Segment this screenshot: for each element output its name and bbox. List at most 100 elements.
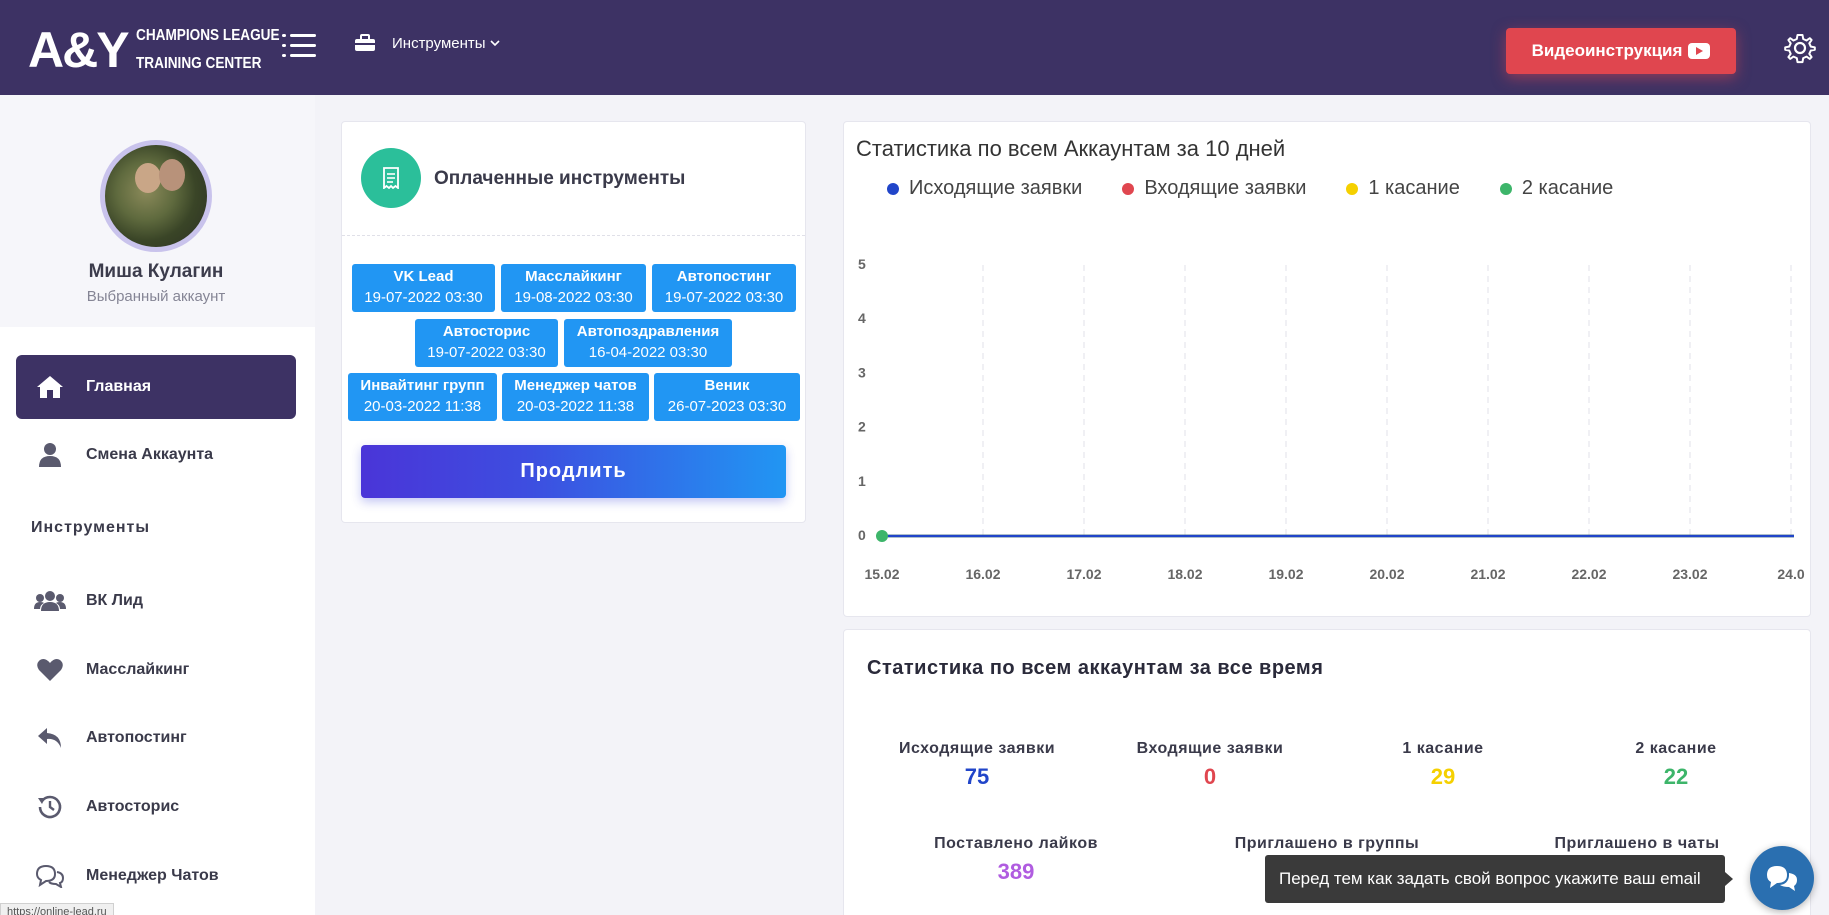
stat-label: 1 касание xyxy=(1402,740,1484,757)
tools-dropdown-label: Инструменты xyxy=(392,34,486,52)
sidebar-item-autostories[interactable]: Автосторис xyxy=(16,775,296,839)
tool-tag[interactable]: Автосторис 19-07-2022 03:30 xyxy=(415,319,558,367)
sidebar-item-home[interactable]: Главная xyxy=(16,355,296,419)
menu-toggle-icon[interactable] xyxy=(282,32,316,60)
stats-title: Статистика по всем аккаунтам за все врем… xyxy=(867,657,1324,679)
tool-tag-date: 19-07-2022 03:30 xyxy=(427,344,546,361)
youtube-icon xyxy=(1688,43,1711,59)
stat-value: 29 xyxy=(1430,764,1456,789)
stat-value: 0 xyxy=(1203,764,1217,789)
stat-value: 75 xyxy=(964,764,990,789)
sidebar-item-chat-manager[interactable]: Менеджер Чатов xyxy=(16,844,296,908)
tool-tag-name: Масслайкинг xyxy=(525,268,622,285)
stat-outgoing: Исходящие заявки 75 xyxy=(857,740,1097,790)
video-instruction-button[interactable]: Видеоинструкция xyxy=(1506,28,1736,74)
tool-tag[interactable]: VK Lead 19-07-2022 03:30 xyxy=(352,264,495,312)
y-tick-label: 5 xyxy=(858,256,866,272)
logo[interactable]: A&Y CHAMPIONS LEAGUE TRAINING CENTER xyxy=(28,22,304,78)
stat-label: 2 касание xyxy=(1635,740,1717,757)
heart-icon xyxy=(30,658,70,682)
avatar[interactable] xyxy=(100,140,212,252)
sidebar-item-vk-lead[interactable]: ВК Лид xyxy=(16,569,296,633)
tool-tag-name: VK Lead xyxy=(393,268,454,285)
chat-tooltip: Перед тем как задать свой вопрос укажите… xyxy=(1265,855,1733,903)
tool-tag-date: 16-04-2022 03:30 xyxy=(588,344,708,361)
stat-incoming: Входящие заявки 0 xyxy=(1090,740,1330,790)
chart-card: Статистика по всем Аккаунтам за 10 дней … xyxy=(843,121,1811,617)
stat-likes: Поставлено лайков 389 xyxy=(896,835,1136,885)
x-tick-label: 21.02 xyxy=(1470,566,1505,582)
tool-tag-name: Менеджер чатов xyxy=(514,377,637,394)
status-bar-url: https://online-lead.ru xyxy=(0,903,114,915)
chevron-down-icon xyxy=(489,40,500,47)
sidebar-item-switch-account[interactable]: Смена Аккаунта xyxy=(16,423,296,487)
chat-button[interactable] xyxy=(1750,846,1814,910)
sidebar-item-label: ВК Лид xyxy=(86,592,143,609)
gear-icon[interactable] xyxy=(1784,32,1816,64)
stat-label: Входящие заявки xyxy=(1136,740,1284,757)
logo-text: CHAMPIONS LEAGUE TRAINING CENTER xyxy=(136,22,280,78)
user-icon xyxy=(30,442,70,468)
x-tick-label: 19.02 xyxy=(1268,566,1303,582)
sidebar-item-label: Автосторис xyxy=(86,798,180,815)
x-tick-label: 16.02 xyxy=(965,566,1000,582)
sidebar-item-autoposting[interactable]: Автопостинг xyxy=(16,706,296,770)
stat-value: 389 xyxy=(997,859,1035,884)
users-icon xyxy=(30,590,70,612)
tools-section-label: Инструменты xyxy=(31,519,151,536)
logo-line-2: TRAINING CENTER xyxy=(135,55,262,72)
y-tick-label: 0 xyxy=(858,527,866,543)
tool-tag-name: Автосторис xyxy=(442,323,531,340)
tool-tag[interactable]: Менеджер чатов 20-03-2022 11:38 xyxy=(502,373,649,421)
top-header: A&Y CHAMPIONS LEAGUE TRAINING CENTER Инс… xyxy=(0,0,1829,95)
sidebar-item-label: Масслайкинг xyxy=(86,661,190,678)
tool-tag-name: Автопоздравления xyxy=(576,323,720,340)
video-instruction-label: Видеоинструкция xyxy=(1531,41,1683,60)
y-tick-label: 2 xyxy=(858,419,866,435)
paid-tools-header: Оплаченные инструменты xyxy=(342,122,805,236)
x-tick-label: 20.02 xyxy=(1369,566,1404,582)
sidebar-item-label: Автопостинг xyxy=(86,729,187,746)
extend-button[interactable]: Продлить xyxy=(361,445,786,498)
x-tick-label: 17.02 xyxy=(1066,566,1101,582)
tool-tag-name: Веник xyxy=(704,377,750,394)
reply-icon xyxy=(30,726,70,750)
paid-tools-card: Оплаченные инструменты VK Lead 19-07-202… xyxy=(341,121,806,523)
tool-tag-date: 20-03-2022 11:38 xyxy=(516,398,635,415)
chat-bubbles-icon xyxy=(1767,866,1797,891)
tool-tag[interactable]: Инвайтинг групп 20-03-2022 11:38 xyxy=(348,373,497,421)
tool-tag[interactable]: Автопостинг 19-07-2022 03:30 xyxy=(652,264,796,312)
stat-value: 22 xyxy=(1663,764,1689,789)
y-tick-label: 4 xyxy=(858,310,866,326)
x-tick-label: 18.02 xyxy=(1167,566,1202,582)
y-tick-label: 1 xyxy=(858,473,866,489)
logo-mark: A&Y xyxy=(28,22,130,78)
stat-touch-1: 1 касание 29 xyxy=(1323,740,1563,790)
logo-line-1: CHAMPIONS LEAGUE xyxy=(135,27,280,44)
tool-tag-date: 19-07-2022 03:30 xyxy=(664,289,784,306)
sidebar-item-label: Смена Аккаунта xyxy=(86,446,214,463)
tool-tag[interactable]: Автопоздравления 16-04-2022 03:30 xyxy=(564,319,732,367)
tool-tag-date: 26-07-2023 03:30 xyxy=(667,398,787,415)
tool-tag-date: 20-03-2022 11:38 xyxy=(363,398,482,415)
stat-touch-2: 2 касание 22 xyxy=(1556,740,1796,790)
x-tick-label: 15.02 xyxy=(864,566,899,582)
tool-tag[interactable]: Масслайкинг 19-08-2022 03:30 xyxy=(501,264,646,312)
chats-icon xyxy=(30,864,70,888)
x-tick-label: 23.02 xyxy=(1672,566,1707,582)
tool-tag-name: Автопостинг xyxy=(676,268,772,285)
tool-tag[interactable]: Веник 26-07-2023 03:30 xyxy=(654,373,800,421)
tool-tag-date: 19-07-2022 03:30 xyxy=(364,289,483,306)
stat-label: Поставлено лайков xyxy=(934,835,1098,852)
toolbox-icon xyxy=(355,34,375,51)
paid-tools-title: Оплаченные инструменты xyxy=(434,168,686,189)
tool-tag-name: Инвайтинг групп xyxy=(360,377,485,394)
y-tick-label: 3 xyxy=(858,364,866,380)
tools-dropdown[interactable]: Инструменты xyxy=(354,34,501,52)
x-tick-label: 22.02 xyxy=(1571,566,1606,582)
sidebar-item-masslaiking[interactable]: Масслайкинг xyxy=(16,638,296,702)
tool-tag-date: 19-08-2022 03:30 xyxy=(514,289,633,306)
x-tick-label: 24.0 xyxy=(1777,566,1804,582)
data-point xyxy=(876,530,888,542)
profile-block: Миша Кулагин Выбранный аккаунт xyxy=(0,95,315,327)
